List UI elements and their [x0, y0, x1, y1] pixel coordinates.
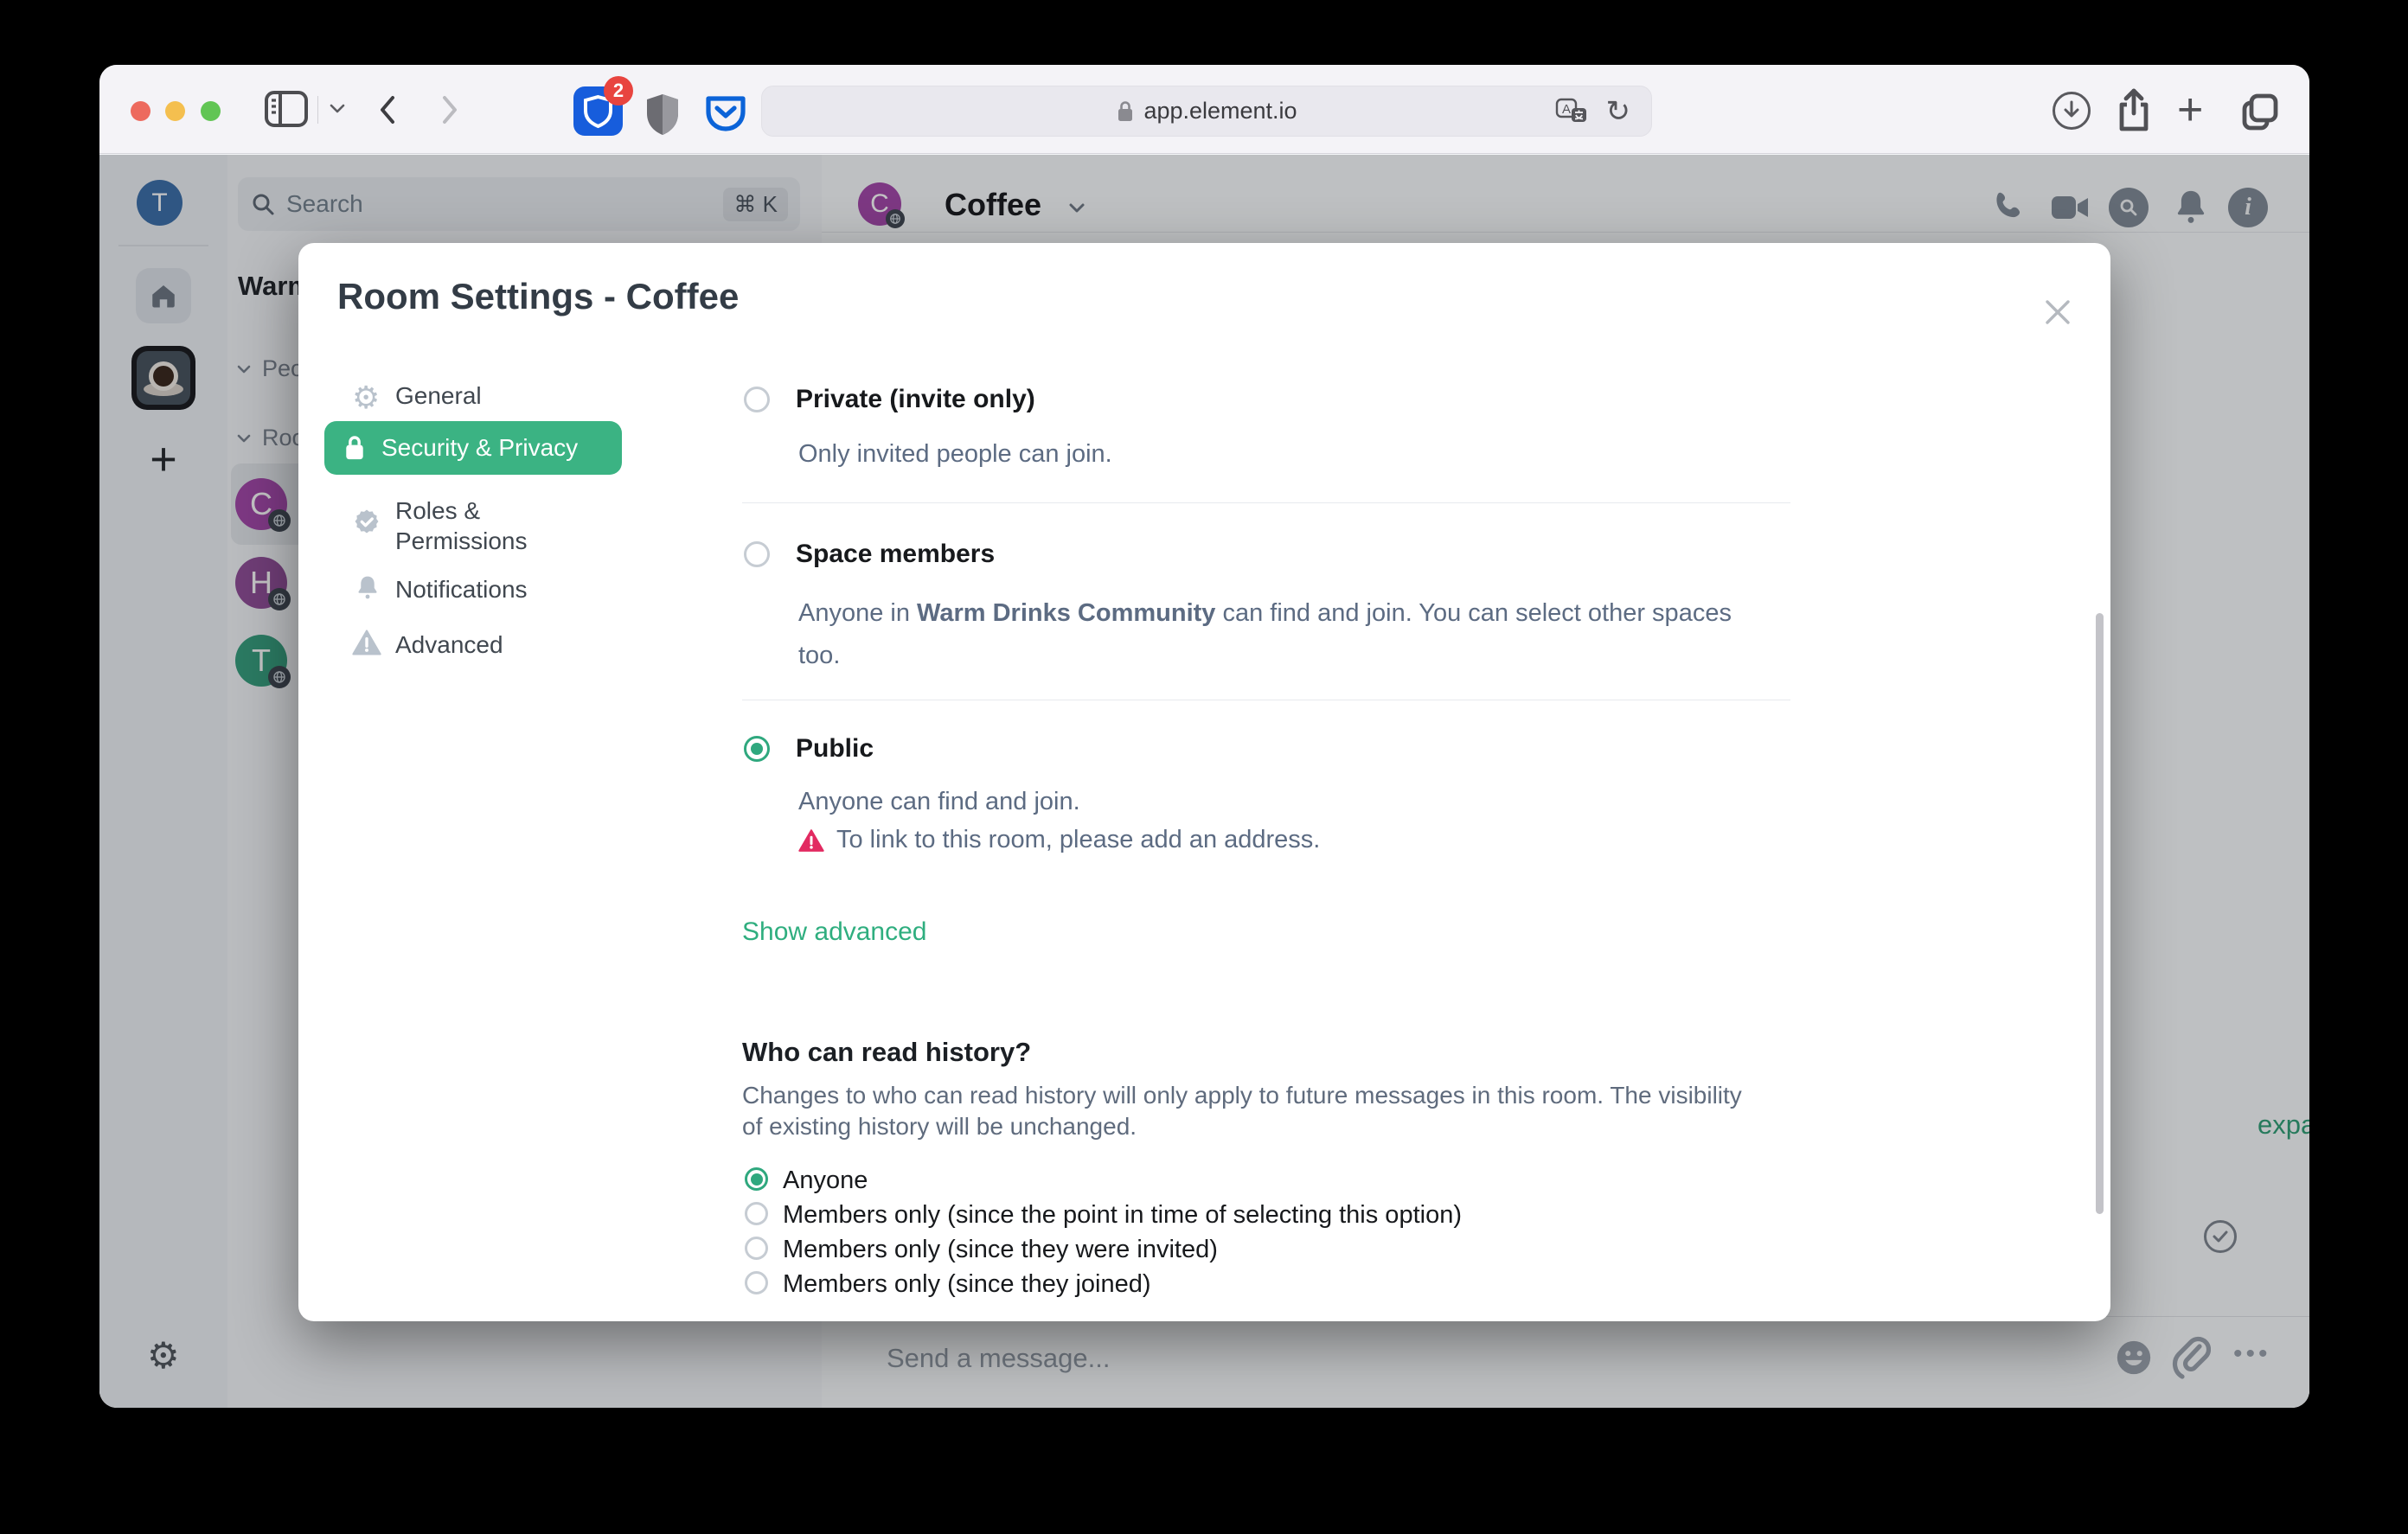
sidebar-toggle-button[interactable]	[264, 89, 309, 129]
dialog-title: Room Settings - Coffee	[337, 276, 740, 316]
radio-history-members-invited[interactable]	[745, 1237, 768, 1260]
history-description: Changes to who can read history will onl…	[742, 1082, 1742, 1140]
radio-history-members-joined[interactable]	[745, 1271, 768, 1294]
address-warning: To link to this room, please add an addr…	[798, 826, 1320, 854]
new-tab-button[interactable]: +	[2177, 84, 2203, 136]
tab-notifications[interactable]: Notifications	[395, 576, 528, 604]
reload-button[interactable]: ↻	[1606, 94, 1631, 129]
browser-toolbar: 2 app.element.io A ↻ +	[99, 65, 2309, 154]
radio-history-members-selecting[interactable]	[745, 1202, 768, 1225]
warning-triangle-icon	[352, 629, 381, 656]
screenshot-stage: 2 app.element.io A ↻ + T + ⚙ Search ⌘ K …	[0, 0, 2408, 1534]
radio-public-label[interactable]: Public	[796, 734, 874, 764]
warning-triangle-icon	[798, 828, 824, 852]
share-button[interactable]	[2113, 86, 2155, 136]
private-description: Only invited people can join.	[798, 440, 1112, 468]
bitwarden-extension-button[interactable]: 2	[573, 76, 633, 136]
minimize-window-button[interactable]	[165, 101, 185, 121]
gear-icon: ⚙	[352, 380, 381, 415]
tab-roles-permissions[interactable]: Roles & Permissions	[395, 495, 560, 556]
space-members-description: Anyone in Warm Drinks Community can find…	[798, 592, 1741, 677]
address-warning-text: To link to this room, please add an addr…	[836, 826, 1321, 853]
downloads-button[interactable]	[2053, 92, 2091, 130]
radio-space-members[interactable]	[744, 541, 770, 567]
dialog-scrollbar[interactable]	[2096, 613, 2104, 1214]
history-heading: Who can read history?	[742, 1037, 1032, 1067]
bell-icon	[354, 573, 381, 603]
radio-private[interactable]	[744, 387, 770, 412]
shield-icon	[647, 94, 678, 135]
download-arrow-icon	[2064, 100, 2079, 118]
pocket-icon	[706, 96, 746, 131]
pocket-extension-button[interactable]	[702, 91, 749, 136]
chevron-left-icon	[381, 96, 394, 124]
tab-overview-button[interactable]	[2238, 89, 2283, 132]
back-button[interactable]	[375, 91, 400, 129]
zoom-window-button[interactable]	[201, 101, 221, 121]
url-text: app.element.io	[1143, 98, 1297, 124]
room-settings-dialog: Room Settings - Coffee ⚙ General Securit…	[298, 243, 2110, 1321]
translate-icon: A	[1555, 98, 1586, 122]
tab-general[interactable]: General	[395, 382, 482, 410]
radio-history-members-joined-label[interactable]: Members only (since they joined)	[783, 1270, 1151, 1299]
share-icon	[2119, 88, 2149, 131]
lock-icon	[1118, 100, 1133, 121]
svg-text:A: A	[1562, 102, 1571, 117]
chevron-right-icon	[443, 96, 457, 124]
radio-history-anyone[interactable]	[745, 1167, 768, 1191]
radio-private-label[interactable]: Private (invite only)	[796, 385, 1035, 414]
lock-icon	[346, 436, 363, 460]
url-bar[interactable]: app.element.io A ↻	[761, 86, 1652, 137]
close-icon	[2046, 300, 2070, 324]
radio-history-members-invited-label[interactable]: Members only (since they were invited)	[783, 1236, 1218, 1264]
shield-extension-button[interactable]	[642, 91, 683, 137]
tab-advanced[interactable]: Advanced	[395, 631, 503, 659]
sidebar-toggle-icon	[265, 91, 308, 127]
space-desc-prefix: Anyone in	[798, 599, 918, 627]
chevron-down-icon	[330, 104, 345, 113]
toolbar-divider	[317, 96, 318, 124]
divider	[742, 502, 1790, 503]
close-dialog-button[interactable]	[2039, 293, 2077, 331]
forward-button[interactable]	[437, 91, 463, 129]
translate-button[interactable]: A	[1554, 97, 1589, 128]
show-advanced-link[interactable]: Show advanced	[742, 917, 927, 947]
tabs-icon	[2242, 93, 2278, 131]
tab-security-privacy[interactable]: Security & Privacy	[324, 421, 622, 475]
extension-badge: 2	[604, 76, 633, 105]
radio-history-members-selecting-label[interactable]: Members only (since the point in time of…	[783, 1201, 1462, 1230]
sidebar-menu-chevron[interactable]	[326, 99, 349, 117]
seal-check-icon	[352, 508, 381, 537]
tab-security-privacy-label: Security & Privacy	[381, 434, 579, 461]
radio-history-anyone-label[interactable]: Anyone	[783, 1166, 868, 1195]
radio-space-members-label[interactable]: Space members	[796, 540, 995, 569]
space-desc-community-name: Warm Drinks Community	[917, 599, 1216, 627]
public-description: Anyone can find and join.	[798, 788, 1080, 815]
radio-public[interactable]	[744, 736, 770, 762]
close-window-button[interactable]	[131, 101, 150, 121]
